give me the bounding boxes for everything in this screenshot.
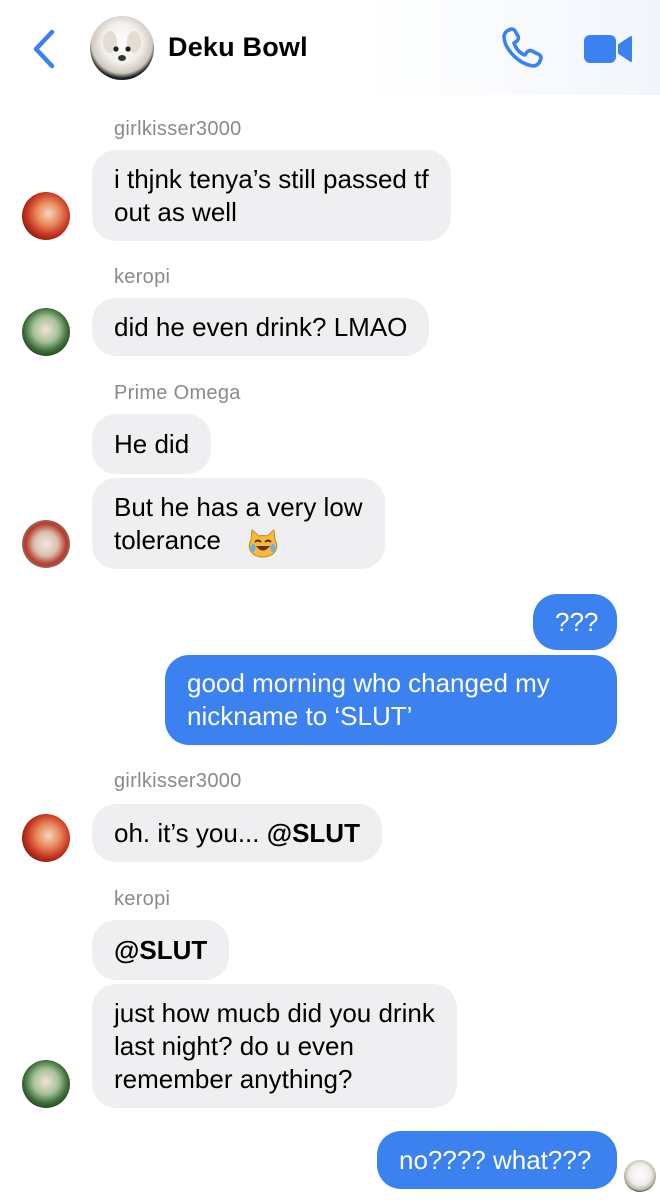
sender-avatar[interactable] (22, 814, 70, 862)
sender-avatar[interactable] (22, 308, 70, 356)
sender-avatar[interactable] (22, 192, 70, 240)
message-bubble-outgoing[interactable]: no???? what??? (377, 1131, 617, 1189)
message-text: just how mucb did you drink last night? … (114, 997, 435, 1094)
message-text-part: oh. it’s you... (114, 817, 267, 848)
message-text: i thjnk tenya’s still passed tf out as w… (114, 163, 429, 227)
message-text: did he even drink? LMAO (114, 311, 408, 342)
mention[interactable]: @SLUT (267, 818, 360, 848)
message-bubble[interactable]: i thjnk tenya’s still passed tf out as w… (92, 150, 451, 241)
message-bubble[interactable]: oh. it’s you... @SLUT (92, 804, 382, 862)
message-text: But he has a very low tolerance (114, 491, 363, 555)
message-bubble[interactable]: @SLUT (92, 920, 230, 980)
message-bubble[interactable]: just how mucb did you drink last night? … (92, 984, 457, 1108)
sender-name: Prime Omega (114, 382, 241, 404)
message-bubble[interactable]: He did (92, 414, 212, 474)
message-text: ??? (555, 606, 599, 637)
read-receipt-avatar (624, 1160, 656, 1192)
message-bubble[interactable]: But he has a very low tolerance (92, 478, 385, 569)
sender-name: keropi (114, 888, 171, 910)
message-bubble[interactable]: did he even drink? LMAO (92, 298, 430, 356)
chevron-left-icon[interactable] (28, 28, 60, 70)
message-text: good morning who changed my nickname to … (187, 668, 550, 731)
chat-header: Deku Bowl (0, 0, 660, 95)
message-text: oh. it’s you... @SLUT (114, 817, 360, 850)
message-bubble-outgoing[interactable]: good morning who changed my nickname to … (165, 655, 617, 745)
sender-name: keropi (114, 266, 171, 288)
message-text: no???? what??? (399, 1144, 592, 1175)
sender-avatar[interactable] (22, 520, 70, 568)
sender-avatar[interactable] (22, 1060, 70, 1108)
message-text: He did (114, 428, 190, 459)
chat-title[interactable]: Deku Bowl (168, 32, 308, 63)
face-with-tears-of-joy-cat-emoji (248, 528, 278, 558)
message-bubble-outgoing[interactable]: ??? (533, 594, 617, 650)
video-camera-icon[interactable] (582, 32, 634, 66)
mention[interactable]: @SLUT (114, 934, 207, 967)
sender-name: girlkisser3000 (114, 770, 242, 792)
phone-icon[interactable] (500, 26, 546, 70)
group-avatar[interactable] (90, 16, 154, 80)
sender-name: girlkisser3000 (114, 118, 242, 140)
